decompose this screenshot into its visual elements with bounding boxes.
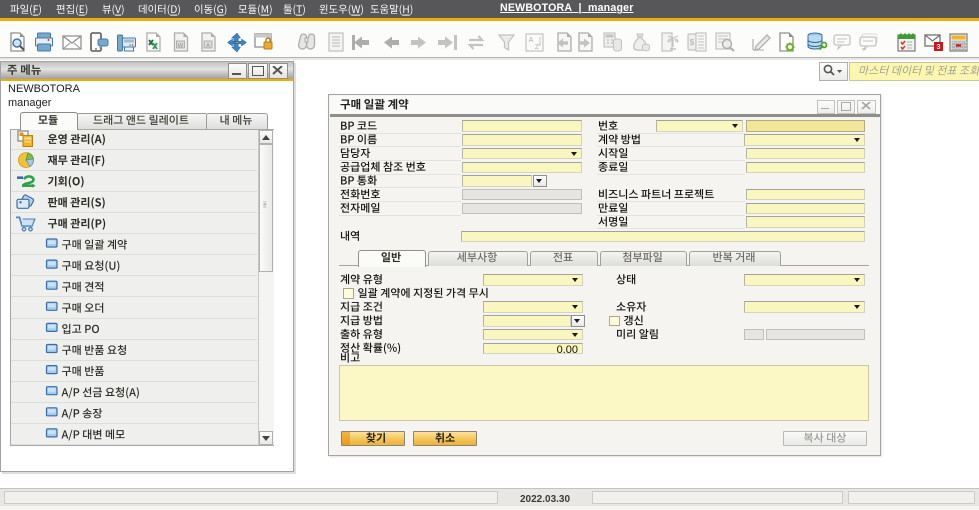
- svg-text:$: $: [690, 38, 695, 47]
- svg-text:A: A: [529, 37, 534, 44]
- svg-text:3: 3: [937, 44, 941, 51]
- svg-text:Z: Z: [535, 44, 540, 51]
